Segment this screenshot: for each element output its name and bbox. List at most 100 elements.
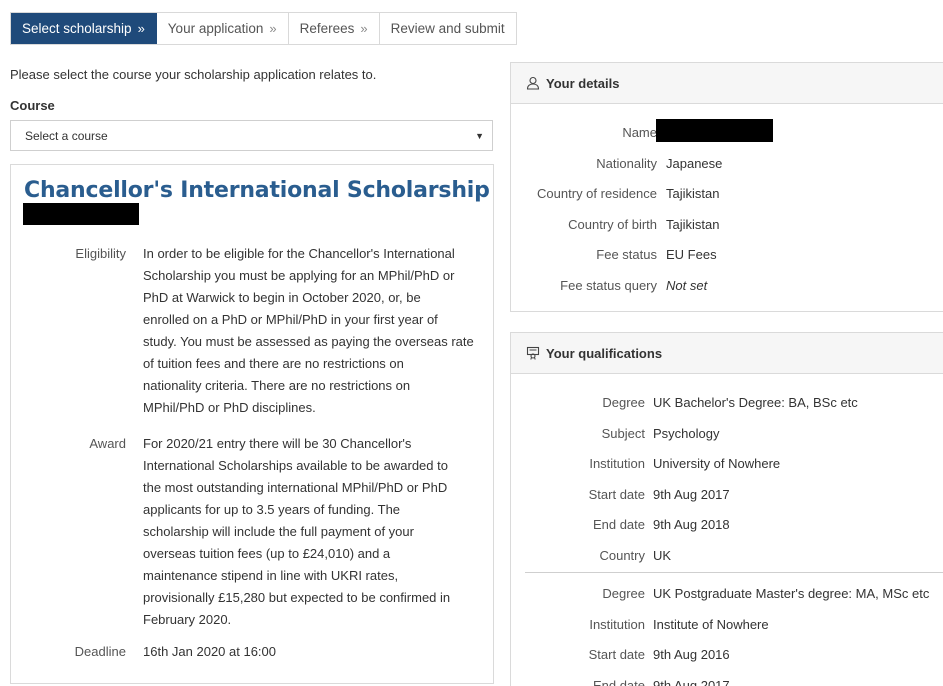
text-line: maintenance stipend in line with UKRI ra… [143, 568, 399, 583]
scholarship-row-text: 16th Jan 2020 at 16:00 [143, 641, 481, 663]
qualification-value: Psychology [653, 425, 720, 441]
qualification-value: Institute of Nowhere [653, 616, 769, 632]
qualification-label: Degree [602, 586, 645, 601]
qualification-row: Subject Psychology [511, 423, 943, 445]
caret-down-icon: ▼ [475, 130, 484, 141]
qualification-value: 9th Aug 2017 [653, 486, 730, 502]
qualification-label: Start date [588, 647, 645, 662]
qualification-label: End date [592, 677, 645, 686]
detail-label: Fee status [596, 247, 657, 262]
text-line: Scholarship you must be applying for an … [143, 268, 455, 283]
text-line: 16th Jan 2020 at 16:00 [143, 644, 277, 659]
progress-steps: Select scholarship » Your application » … [10, 12, 517, 45]
qualification-label: Start date [588, 486, 645, 502]
redacted-name [656, 119, 773, 142]
qualification-row: Institution Institute of Nowhere [511, 614, 943, 636]
qualification-label: End date [592, 517, 645, 532]
course-select-value: Select a course [25, 128, 108, 143]
text-line: In order to be eligible for the Chancell… [143, 246, 455, 261]
detail-label: Country of residence [537, 186, 657, 201]
qualifications-title: Your qualifications [546, 345, 663, 361]
step-label: Your application [167, 21, 264, 36]
detail-row: Country of residence Tajikistan [511, 183, 943, 205]
details-header: Your details [511, 63, 943, 104]
detail-value: Not set [666, 277, 708, 293]
detail-label: Name [622, 125, 657, 140]
detail-row: Fee status query Not set [511, 275, 943, 297]
text-line: scholarship will include the full paymen… [143, 524, 414, 539]
scholarship-row-label: Award [89, 436, 126, 451]
text-line: of tuition fees and there are no restric… [143, 356, 404, 371]
qualification-row: Country UK [511, 545, 943, 567]
scholarship-row-text: In order to be eligible for the Chancell… [143, 243, 481, 419]
text-line: February 2020. [143, 612, 232, 627]
course-label: Course [10, 98, 55, 113]
qualification-label: Country [599, 547, 645, 563]
redacted-block [23, 203, 139, 225]
qualification-label: Degree [602, 395, 645, 410]
qualification-value: UK [653, 547, 672, 563]
step-your-application[interactable]: Your application » [156, 13, 289, 44]
detail-row: Country of birth Tajikistan [511, 214, 943, 236]
user-icon [525, 75, 541, 91]
detail-label: Fee status query [560, 277, 657, 293]
detail-value: Tajikistan [666, 186, 720, 201]
qualification-row: Degree UK Bachelor's Degree: BA, BSc etc [511, 392, 943, 414]
text-line: For 2020/21 entry there will be 30 Chanc… [143, 436, 412, 451]
scholarship-panel: Chancellor's International Scholarship E… [10, 164, 494, 684]
detail-row: Nationality Japanese [511, 153, 943, 175]
detail-value: EU Fees [666, 247, 717, 262]
double-chevron-right-icon: » [137, 21, 145, 36]
certificate-icon [525, 345, 541, 361]
qualification-value: 9th Aug 2018 [653, 517, 730, 532]
text-line: PhD at Warwick to begin in October 2020,… [143, 290, 421, 305]
text-line: International Scholarships available to … [143, 458, 448, 473]
detail-label: Country of birth [568, 216, 657, 232]
text-line: MPhil/PhD or PhD disciplines. [143, 400, 316, 415]
step-label: Select scholarship [22, 21, 132, 36]
step-referees[interactable]: Referees » [288, 13, 380, 44]
qualification-label: Institution [589, 616, 645, 632]
qualification-label: Subject [601, 425, 645, 441]
qualification-value: UK Postgraduate Master's degree: MA, MSc… [653, 586, 930, 601]
qualification-row: End date 9th Aug 2018 [511, 514, 943, 536]
scholarship-row-label: Eligibility [75, 246, 126, 261]
qualification-row: Degree UK Postgraduate Master's degree: M… [511, 583, 943, 605]
qualification-value: University of Nowhere [653, 456, 781, 471]
step-label: Referees [299, 21, 355, 36]
qualifications-header: Your qualifications [511, 333, 943, 374]
detail-value: Japanese [666, 155, 723, 171]
detail-row: Fee status EU Fees [511, 244, 943, 266]
scholarship-row-label: Deadline [74, 644, 126, 659]
scholarship-row-text: For 2020/21 entry there will be 30 Chanc… [143, 433, 481, 631]
text-line: study. You must be assessed as paying th… [143, 334, 474, 349]
details-title: Your details [546, 75, 620, 91]
qualification-value: UK Bachelor's Degree: BA, BSc etc [653, 395, 858, 410]
step-label: Review and submit [390, 21, 505, 36]
qualification-value: 9th Aug 2017 [653, 677, 730, 686]
intro-text: Please select the course your scholarshi… [10, 67, 377, 82]
detail-label: Nationality [596, 155, 657, 171]
text-line: nationality criteria. There are no restr… [143, 378, 411, 393]
qualification-label: Institution [589, 456, 645, 471]
text-line: provisionally £15,280 but expected to be… [143, 590, 451, 605]
scholarship-title: Chancellor's International Scholarship [24, 178, 490, 203]
qualification-divider [525, 572, 943, 573]
qualification-row: Institution University of Nowhere [511, 453, 943, 475]
text-line: overseas tuition fees (up to £24,010) an… [143, 546, 391, 561]
course-select[interactable]: Select a course ▼ [10, 120, 493, 151]
qualification-value: 9th Aug 2016 [653, 647, 730, 662]
double-chevron-right-icon: » [269, 21, 277, 36]
detail-value: Tajikistan [666, 216, 720, 232]
text-line: the most outstanding international MPhil… [143, 480, 448, 495]
text-line: enrolled on a PhD or MPhil/PhD in your f… [143, 312, 438, 327]
qualification-row: Start date 9th Aug 2017 [511, 484, 943, 506]
qualification-row: Start date 9th Aug 2016 [511, 644, 943, 666]
double-chevron-right-icon: » [360, 21, 368, 36]
qualification-row: End date 9th Aug 2017 [511, 675, 943, 686]
qualifications-panel: Your qualifications Degree UK Bachelor's … [510, 332, 943, 686]
step-select-scholarship[interactable]: Select scholarship » [11, 13, 157, 44]
step-review-and-submit[interactable]: Review and submit [379, 13, 516, 44]
details-panel: Your details Name Nationality Japanese Coun… [510, 62, 943, 312]
text-line: applicants for up to 3.5 years of fundin… [143, 502, 401, 517]
